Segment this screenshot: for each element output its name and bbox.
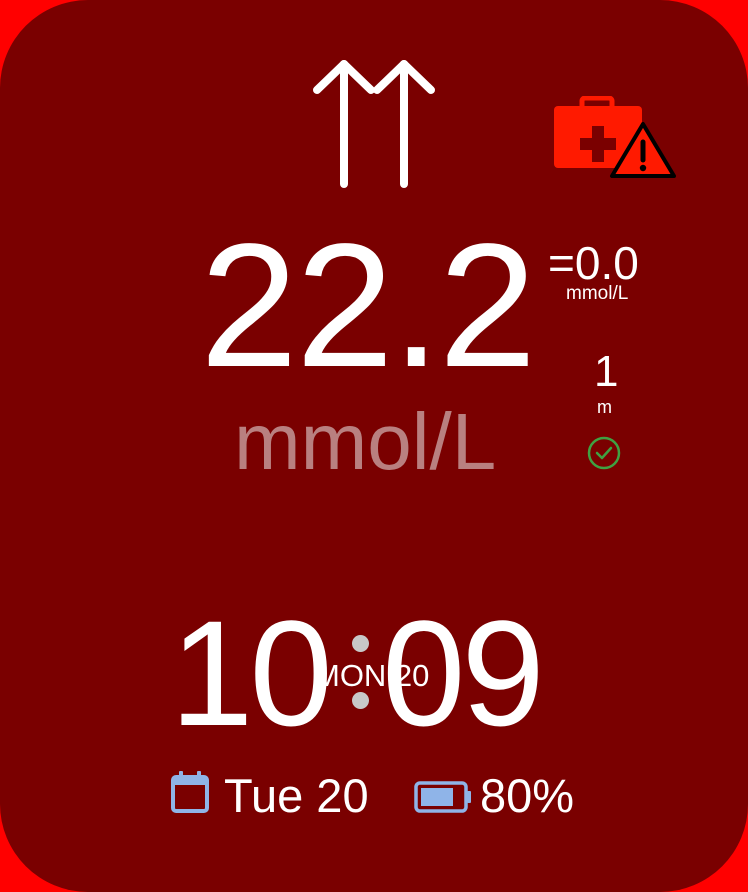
reading-age: 1	[594, 347, 619, 396]
watch-face: 22.2 mmol/L =0.0 mmol/L 1 m 10 09 MON 20…	[0, 0, 748, 892]
battery-icon	[414, 781, 471, 813]
reading-age-unit: m	[597, 397, 612, 417]
double-up-arrow-icon	[313, 60, 435, 188]
clock-day-label: MON 20	[314, 658, 430, 693]
battery-percent: 80%	[480, 769, 575, 822]
calendar-icon	[171, 771, 209, 813]
clock-hours: 10	[170, 589, 333, 757]
clock-colon-bottom	[352, 692, 369, 709]
glucose-delta: =0.0	[548, 237, 639, 289]
glucose-value: 22.2	[200, 208, 537, 404]
checkmark-circle-icon	[587, 436, 621, 470]
clock-colon-top	[352, 635, 369, 652]
glucose-delta-unit: mmol/L	[566, 283, 629, 304]
footer-date: Tue 20	[224, 769, 369, 822]
medical-kit-warning-icon[interactable]	[552, 96, 680, 182]
glucose-unit: mmol/L	[234, 397, 497, 486]
